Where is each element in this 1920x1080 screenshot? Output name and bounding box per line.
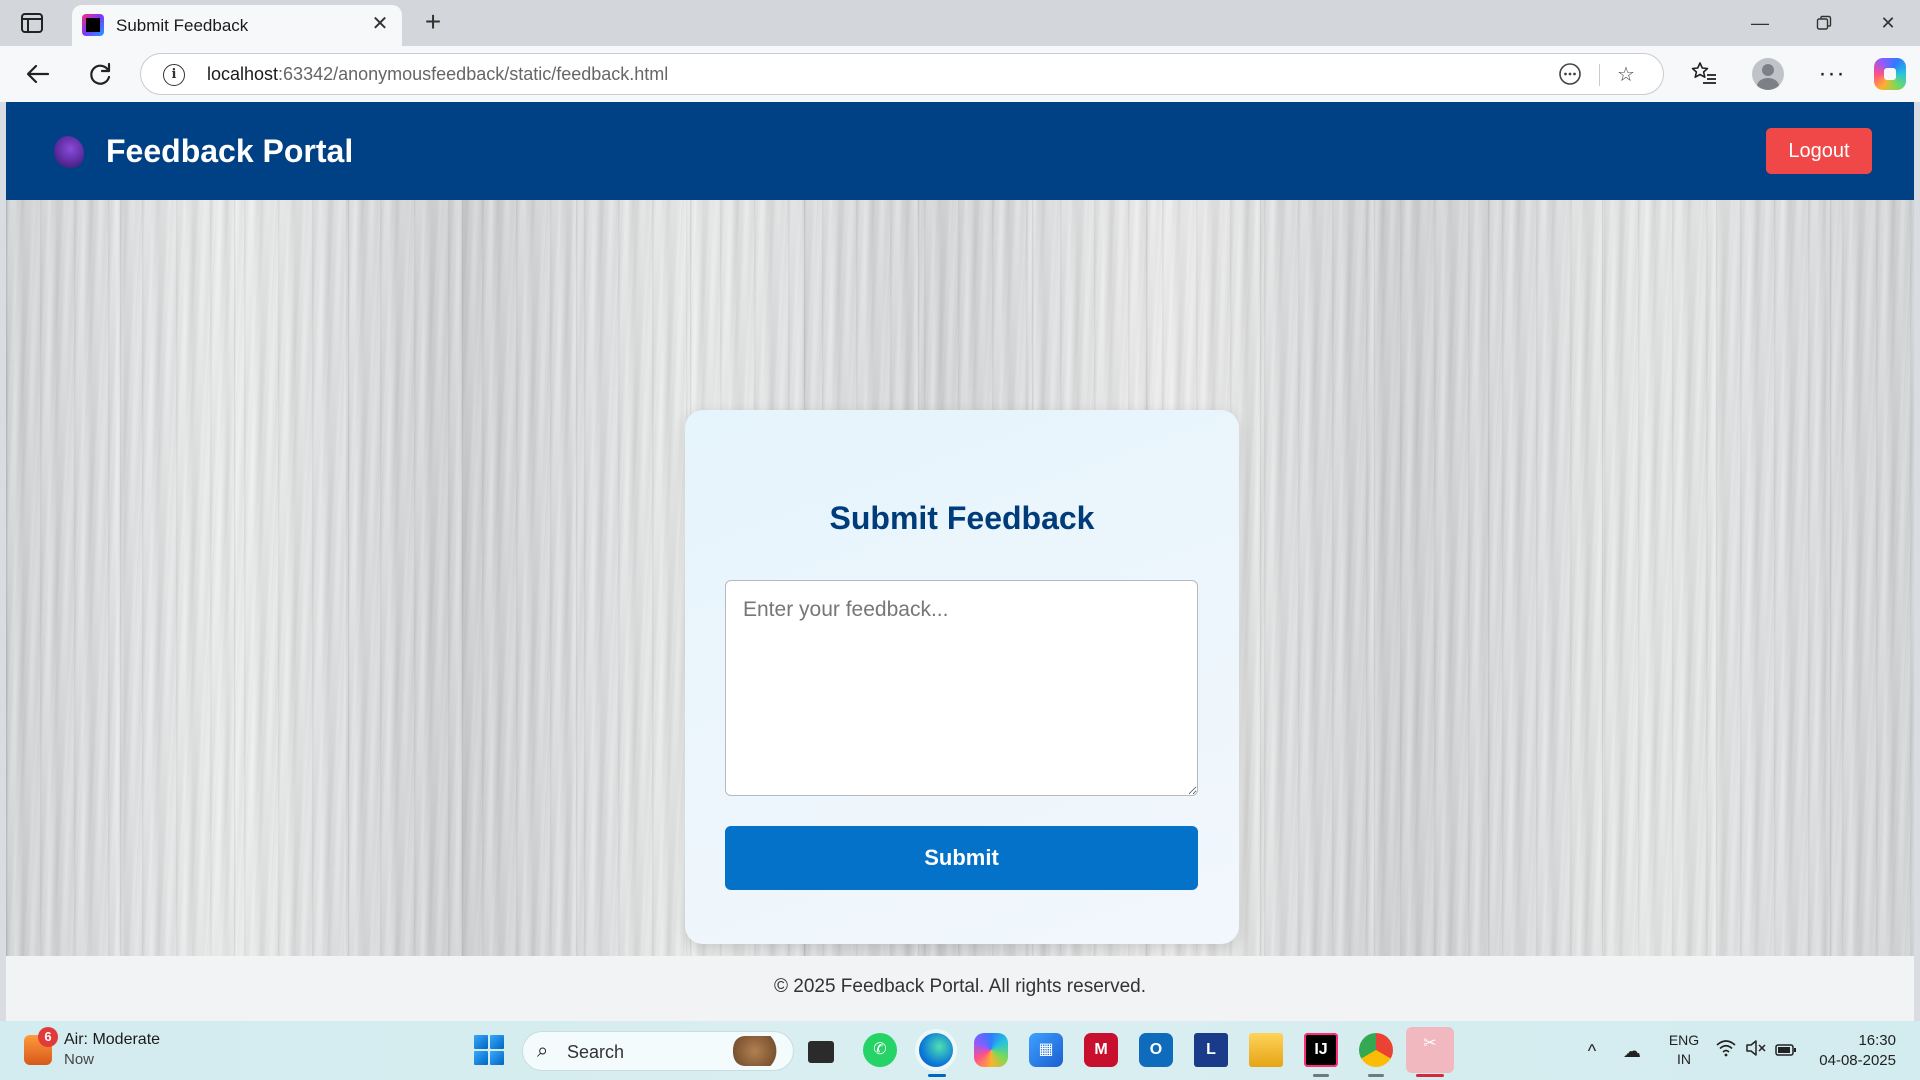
weather-title: Air: Moderate — [64, 1031, 161, 1048]
onedrive-cloud-icon[interactable]: ☁ — [1620, 1039, 1644, 1063]
submit-button[interactable]: Submit — [725, 826, 1198, 890]
page-viewport: Feedback Portal Logout Submit Feedback S… — [6, 102, 1914, 1021]
favorite-star-icon[interactable]: ☆ — [1613, 62, 1639, 88]
whatsapp-icon[interactable]: ✆ — [863, 1033, 897, 1067]
tab-actions-icon[interactable] — [18, 10, 46, 36]
microsoft-store-icon[interactable]: ▦ — [1029, 1033, 1063, 1067]
reader-more-icon[interactable] — [1557, 62, 1583, 88]
edge-active-indicator — [928, 1074, 946, 1077]
windows-start-icon[interactable] — [474, 1035, 504, 1065]
language-region: IN — [1677, 1051, 1691, 1067]
show-hidden-icons-chevron-icon[interactable]: ^ — [1580, 1039, 1604, 1063]
l-app-icon[interactable]: L — [1194, 1033, 1228, 1067]
tab-title: Submit Feedback — [116, 16, 249, 35]
refresh-icon[interactable] — [84, 58, 116, 90]
back-arrow-icon[interactable] — [22, 58, 54, 90]
card-title: Submit Feedback — [829, 500, 1095, 536]
wood-background: Submit Feedback Submit — [6, 200, 1914, 956]
address-bar[interactable]: i localhost:63342/anonymousfeedback/stat… — [140, 53, 1664, 95]
site-info-icon[interactable]: i — [163, 64, 185, 86]
search-label: Search — [567, 1042, 625, 1062]
file-explorer-icon[interactable] — [1249, 1033, 1283, 1067]
minimize-icon[interactable]: — — [1740, 8, 1780, 38]
close-tab-icon[interactable]: ✕ — [368, 12, 392, 36]
feedback-card: Submit Feedback Submit — [685, 410, 1239, 944]
browser-toolbar: i localhost:63342/anonymousfeedback/stat… — [0, 46, 1920, 102]
task-view-icon[interactable] — [808, 1041, 834, 1063]
copilot-icon[interactable] — [1874, 58, 1906, 90]
taskbar-search[interactable]: ⌕ Search — [522, 1031, 794, 1071]
clock-time: 16:30 — [1858, 1032, 1896, 1049]
search-highlight-owl-icon — [733, 1036, 787, 1066]
weather-badge: 6 — [38, 1027, 58, 1047]
site-header: Feedback Portal Logout — [6, 102, 1914, 200]
taskbar: 6 Air: Moderate Now ⌕ Search ✆ ▦ M O L I… — [0, 1021, 1920, 1080]
brand-title: Feedback Portal — [106, 133, 354, 169]
wifi-icon[interactable] — [1714, 1039, 1738, 1063]
restore-icon[interactable] — [1804, 8, 1844, 38]
address-url[interactable]: localhost:63342/anonymousfeedback/static… — [207, 64, 668, 85]
chrome-icon[interactable] — [1359, 1033, 1393, 1067]
close-window-icon[interactable]: ✕ — [1868, 8, 1908, 38]
search-icon: ⌕ — [537, 1040, 549, 1062]
more-menu-icon[interactable]: ··· — [1816, 58, 1848, 90]
browser-tab-bar: Submit Feedback ✕ + — ✕ — [0, 0, 1920, 46]
snipping-tool-icon[interactable]: ✂ — [1406, 1027, 1454, 1073]
url-path: :63342/anonymousfeedback/static/feedback… — [278, 64, 669, 84]
l-app-label: L — [1206, 1041, 1216, 1058]
address-divider — [1599, 64, 1600, 86]
speaker-muted-icon[interactable] — [1744, 1039, 1768, 1063]
intellij-favicon-icon — [82, 14, 104, 36]
favorites-icon[interactable] — [1688, 58, 1720, 90]
new-tab-plus-icon[interactable]: + — [418, 8, 448, 38]
profile-avatar-icon[interactable] — [1752, 58, 1784, 90]
logout-button[interactable]: Logout — [1766, 128, 1872, 174]
copilot-app-icon[interactable] — [974, 1033, 1008, 1067]
system-clock[interactable]: 16:30 04-08-2025 — [1812, 1031, 1896, 1071]
battery-icon[interactable] — [1774, 1039, 1798, 1063]
intellij-running-indicator — [1313, 1074, 1329, 1077]
chrome-running-indicator — [1368, 1074, 1384, 1077]
snipping-active-indicator — [1416, 1074, 1444, 1077]
weather-subtitle: Now — [64, 1051, 95, 1068]
feedback-textarea[interactable] — [725, 580, 1198, 796]
url-host: localhost — [207, 64, 279, 84]
site-footer: © 2025 Feedback Portal. All rights reser… — [6, 956, 1914, 1021]
language-indicator[interactable]: ENG IN — [1666, 1031, 1702, 1069]
language-code: ENG — [1668, 1032, 1700, 1048]
browser-tab-active[interactable]: Submit Feedback ✕ — [72, 5, 402, 46]
mcafee-icon[interactable]: M — [1084, 1033, 1118, 1067]
outlook-icon[interactable]: O — [1139, 1033, 1173, 1067]
brand-logo-icon — [54, 136, 84, 168]
edge-icon[interactable] — [919, 1033, 953, 1067]
clock-date: 04-08-2025 — [1819, 1052, 1896, 1069]
footer-copyright: © 2025 Feedback Portal. All rights reser… — [773, 976, 1147, 997]
intellij-icon[interactable]: IJ — [1304, 1033, 1338, 1067]
